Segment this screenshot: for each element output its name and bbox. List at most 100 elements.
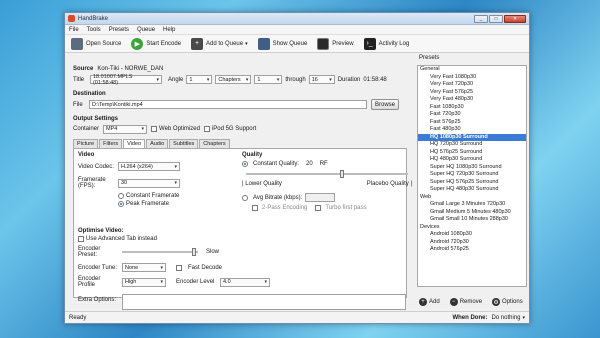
ipod-check[interactable] bbox=[203, 126, 210, 132]
preset-options-button[interactable]: ⚙ Options bbox=[492, 298, 523, 306]
avg-bitrate-radio[interactable] bbox=[242, 194, 248, 201]
turbo-check[interactable] bbox=[315, 205, 322, 211]
preset-item[interactable]: Very Fast 720p30 bbox=[418, 81, 526, 89]
preset-item[interactable]: Super HQ 720p30 Surround bbox=[418, 171, 526, 179]
quality-slider-thumb[interactable] bbox=[339, 170, 344, 178]
queue-icon bbox=[257, 37, 270, 50]
encoder-tune-select[interactable]: None bbox=[122, 263, 166, 272]
encoder-level-select[interactable]: 4.0 bbox=[220, 277, 270, 287]
title-select[interactable]: 18.01007.MPLS (01:58:48) bbox=[90, 74, 162, 86]
tab-chapters[interactable]: Chapters bbox=[199, 139, 230, 148]
web-optimized-check[interactable] bbox=[151, 126, 158, 132]
activity-log-label: Activity Log bbox=[378, 40, 410, 47]
preset-item[interactable]: Very Fast 576p25 bbox=[418, 89, 526, 97]
range-from-select[interactable]: 1 bbox=[254, 75, 283, 84]
presets-list[interactable]: General Very Fast 1080p30 Very Fast 720p30… bbox=[417, 65, 527, 287]
preset-group[interactable]: Web bbox=[418, 194, 526, 202]
preset-item[interactable]: HQ 1080p30 Surround bbox=[418, 133, 526, 141]
chevron-down-icon[interactable]: ▾ bbox=[245, 41, 248, 47]
quality-slider[interactable] bbox=[246, 170, 408, 178]
minimize-button[interactable]: _ bbox=[474, 14, 488, 23]
preset-item[interactable]: Super HQ 1080p30 Surround bbox=[418, 164, 526, 172]
menu-help[interactable]: Help bbox=[163, 27, 175, 33]
tab-subtitles[interactable]: Subtitles bbox=[169, 139, 199, 148]
constant-quality-radio[interactable] bbox=[242, 161, 248, 167]
avg-bitrate-input[interactable] bbox=[305, 193, 336, 202]
remove-preset-button[interactable]: − Remove bbox=[449, 298, 482, 306]
film-open-icon bbox=[71, 37, 83, 50]
preset-item[interactable]: HQ 480p30 Surround bbox=[418, 156, 526, 164]
show-queue-button[interactable]: Show Queue bbox=[257, 37, 307, 50]
preset-item[interactable]: Super HQ 576p25 Surround bbox=[418, 179, 526, 187]
preset-item[interactable]: Fast 576p25 bbox=[418, 119, 526, 127]
preset-item[interactable]: Android 1080p30 bbox=[418, 231, 526, 239]
range-type-select[interactable]: Chapters bbox=[215, 75, 252, 84]
tab-video[interactable]: Video bbox=[123, 139, 146, 148]
encoder-preset-label: Encoder Preset: bbox=[78, 246, 101, 258]
encoder-level-label: Encoder Level bbox=[176, 279, 215, 285]
preset-item[interactable]: Gmail Small 10 Minutes 288p30 bbox=[418, 216, 526, 224]
encoder-profile-select[interactable]: High bbox=[122, 277, 166, 287]
peak-framerate-label: Peak Framerate bbox=[126, 201, 170, 207]
constant-framerate-radio-dot[interactable] bbox=[118, 193, 124, 199]
angle-select[interactable]: 1 bbox=[186, 75, 213, 84]
ipod-label: iPod 5G Support bbox=[211, 126, 257, 132]
encoder-preset-slider[interactable] bbox=[122, 248, 198, 256]
activity-log-button[interactable]: ›_ Activity Log bbox=[363, 37, 410, 50]
chevron-down-icon[interactable]: ▾ bbox=[522, 315, 525, 321]
peak-framerate-radio-dot[interactable] bbox=[118, 201, 124, 207]
preset-item[interactable]: Super HQ 480p30 Surround bbox=[418, 186, 526, 194]
peak-framerate-radio[interactable]: Peak Framerate bbox=[118, 201, 238, 207]
preset-item[interactable]: HQ 576p25 Surround bbox=[418, 149, 526, 157]
browse-button[interactable]: Browse bbox=[371, 99, 399, 110]
preview-button[interactable]: Preview bbox=[317, 37, 354, 50]
status-text: Ready bbox=[69, 314, 87, 321]
preset-item[interactable]: Gmail Medium 5 Minutes 480p30 bbox=[418, 209, 526, 217]
menu-tools[interactable]: Tools bbox=[87, 27, 101, 33]
menu-presets[interactable]: Presets bbox=[109, 27, 129, 33]
maximize-button[interactable]: □ bbox=[489, 14, 503, 23]
add-to-queue-button[interactable]: + Add to Queue ▾ bbox=[191, 37, 248, 50]
range-to-select[interactable]: 16 bbox=[308, 75, 335, 84]
preset-item[interactable]: Android 576p25 bbox=[418, 246, 526, 254]
advanced-tab-checkbox[interactable]: Use Advanced Tab instead bbox=[78, 236, 408, 242]
tab-picture[interactable]: Picture bbox=[73, 139, 99, 148]
tab-audio[interactable]: Audio bbox=[146, 139, 169, 148]
preset-item[interactable]: HQ 720p30 Surround bbox=[418, 141, 526, 149]
encoder-preset-thumb[interactable] bbox=[191, 248, 196, 256]
start-encode-button[interactable]: ▶ Start Encode bbox=[131, 37, 181, 50]
tab-filters[interactable]: Filters bbox=[99, 139, 123, 148]
presets-panel: Presets General Very Fast 1080p30 Very Fas… bbox=[415, 53, 529, 312]
extra-options-input[interactable] bbox=[122, 294, 406, 310]
web-optimized-checkbox[interactable]: Web Optimized bbox=[151, 126, 200, 132]
preset-item[interactable]: Very Fast 1080p30 bbox=[418, 74, 526, 82]
encoder-tune-label: Encoder Tune: bbox=[78, 264, 118, 271]
preset-item[interactable]: Very Fast 480p30 bbox=[418, 96, 526, 104]
constant-framerate-label: Constant Framerate bbox=[126, 193, 180, 199]
preset-item[interactable]: Android 720p30 bbox=[418, 239, 526, 247]
preset-item[interactable]: Fast 720p30 bbox=[418, 111, 526, 119]
constant-framerate-radio[interactable]: Constant Framerate bbox=[118, 193, 238, 199]
container-select[interactable]: MP4 bbox=[103, 124, 148, 134]
video-codec-select[interactable]: H.264 (x264) bbox=[118, 162, 180, 171]
preset-item[interactable]: Gmail Large 3 Minutes 720p30 bbox=[418, 201, 526, 209]
preset-group[interactable]: General bbox=[418, 66, 526, 74]
when-done-select[interactable]: Do nothing bbox=[491, 315, 520, 321]
destination-row: File D:\Temp\Kontiki.mp4 Browse bbox=[73, 98, 407, 111]
ipod-checkbox[interactable]: iPod 5G Support bbox=[203, 126, 257, 132]
fast-decode-check[interactable] bbox=[176, 264, 182, 271]
open-source-button[interactable]: Open Source bbox=[71, 37, 121, 50]
two-pass-check[interactable] bbox=[252, 205, 258, 211]
framerate-select[interactable]: 30 bbox=[118, 178, 180, 188]
window-title: HandBrake bbox=[78, 15, 109, 22]
preset-group[interactable]: Devices bbox=[418, 224, 526, 232]
close-button[interactable]: ✕ bbox=[504, 14, 526, 23]
add-preset-button[interactable]: + Add bbox=[419, 298, 440, 306]
two-pass-label: 2-Pass Encoding bbox=[262, 205, 308, 211]
preset-item[interactable]: Fast 480p30 bbox=[418, 126, 526, 134]
preset-item[interactable]: Fast 1080p30 bbox=[418, 104, 526, 112]
destination-file-input[interactable]: D:\Temp\Kontiki.mp4 bbox=[89, 100, 367, 109]
advanced-tab-check[interactable] bbox=[78, 236, 84, 242]
menu-file[interactable]: File bbox=[69, 27, 79, 33]
menu-queue[interactable]: Queue bbox=[137, 27, 155, 33]
